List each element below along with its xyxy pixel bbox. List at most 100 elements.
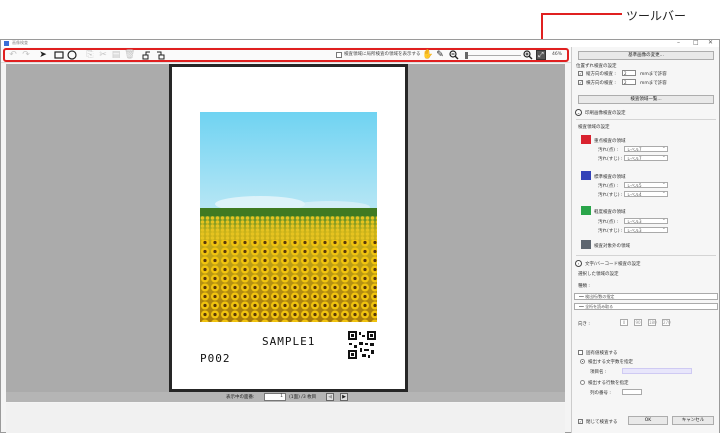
area-row2-select-1[interactable]: レベル7	[624, 154, 668, 161]
area-row1-select-1[interactable]: レベル7	[624, 145, 668, 152]
color-heading: 検査領域の設定	[578, 125, 610, 130]
position-heading: 位置ずれ検査の設定	[576, 64, 617, 69]
char-count-radio[interactable]	[580, 359, 585, 364]
area-row1-label-1: 汚れ(点) :	[598, 148, 618, 153]
vertical-value-input[interactable]: 2	[622, 70, 636, 76]
area-list-button[interactable]: 検査領域一覧...	[578, 95, 714, 104]
paste-icon[interactable]: ▤	[111, 50, 121, 60]
pager-total: (1面) /3 枚目	[289, 395, 317, 400]
zoom-slider-track[interactable]	[465, 55, 521, 56]
direction-label: 向き :	[578, 322, 590, 327]
area-row1-label-2: 汚れ(点) :	[598, 184, 618, 189]
select-arrow-icon[interactable]: ➤	[38, 50, 48, 60]
selected-region-label: 選択した領域の設定	[578, 272, 619, 277]
prev-page-button[interactable]: ◀	[326, 393, 334, 401]
area-name-4: 検査対象外の領域	[594, 244, 630, 249]
copy-icon[interactable]: ⎘	[85, 50, 95, 60]
ok-button[interactable]: OK	[628, 416, 668, 425]
area-row1-label-3: 汚れ(点) :	[598, 220, 618, 225]
area-name-1: 重点検査の領域	[594, 139, 626, 144]
item-name-input[interactable]	[622, 368, 692, 374]
document-canvas[interactable]: SAMPLE1 P002	[6, 64, 565, 392]
type-label: 種類 :	[578, 284, 590, 289]
column-number-label: 列の番号 :	[590, 391, 611, 396]
area-row2-select-3[interactable]: レベル3	[624, 226, 668, 233]
area-swatch-1[interactable]	[581, 135, 591, 144]
rotate-right-icon[interactable]	[155, 50, 165, 60]
area-swatch-4[interactable]	[581, 240, 591, 249]
direction-0-button[interactable]: 0	[620, 319, 628, 326]
horizontal-checkbox[interactable]: ✓	[578, 80, 583, 85]
direction-180-button[interactable]: 180	[648, 319, 657, 326]
divider	[576, 119, 716, 120]
area-row2-label-1: 汚れ(すじ) :	[598, 157, 623, 162]
cut-icon[interactable]: ✂	[98, 50, 108, 60]
maximize-button[interactable]: □	[693, 39, 699, 46]
zoom-percent: 46%	[552, 52, 563, 57]
horizontal-label: 横方向の検査 :	[586, 81, 616, 86]
toolbar: ↶ ↷ ➤ ⎘ ✂ ▤ 🗑 検査領域に局所検査の領域を表示する ✋ ✎ ⤢ 46…	[1, 47, 571, 63]
area-row1-select-2[interactable]: レベル5	[624, 181, 668, 188]
delete-icon[interactable]: 🗑	[124, 50, 135, 60]
read-all-input[interactable]: ━━ 全桁を読み取る	[574, 303, 718, 310]
cancel-button[interactable]: キャンセル	[672, 416, 714, 425]
page-navigator: 表示中の面番: 1 (1面) /3 枚目 ◀ ▶	[6, 392, 565, 402]
document-page: SAMPLE1 P002	[172, 67, 405, 389]
status-bar	[6, 403, 565, 433]
collapse-print-area-icon[interactable]: ⌄	[575, 109, 582, 116]
callout-line-horizontal	[541, 13, 622, 15]
area-row1-select-3[interactable]: レベル3	[624, 217, 668, 224]
barcode-heading: 文字/バーコード検査の設定	[585, 262, 641, 267]
line-count-radio[interactable]	[580, 380, 585, 385]
vertical-unit: mmまで許容	[640, 72, 667, 77]
sample-text: SAMPLE1	[262, 335, 316, 348]
close-button[interactable]: ✕	[708, 39, 713, 46]
pager-label: 表示中の面番:	[226, 395, 255, 400]
column-number-input[interactable]	[622, 389, 642, 395]
page-number-input[interactable]: 1	[264, 393, 286, 401]
app-icon	[4, 41, 9, 46]
undo-icon[interactable]: ↶	[8, 50, 18, 60]
page-code: P002	[200, 352, 231, 365]
rectangle-icon[interactable]	[54, 50, 64, 60]
qr-code	[348, 331, 376, 359]
area-name-3: 軽度検査の領域	[594, 210, 626, 215]
direction-90-button[interactable]: 90	[634, 319, 642, 326]
title-bar: 画像検査 – □ ✕	[1, 39, 719, 47]
show-areas-label: 検査領域に局所検査の領域を表示する	[344, 52, 421, 57]
print-area-heading: 印刷画像検査の設定	[585, 111, 626, 116]
minimize-button[interactable]: –	[677, 39, 680, 46]
show-areas-checkbox[interactable]	[336, 52, 342, 58]
area-swatch-2[interactable]	[581, 171, 591, 180]
area-row2-label-2: 汚れ(すじ) :	[598, 193, 623, 198]
next-page-button[interactable]: ▶	[340, 393, 348, 401]
redo-icon[interactable]: ↷	[21, 50, 31, 60]
area-row2-select-2[interactable]: レベル4	[624, 190, 668, 197]
item-name-label: 項目名 :	[590, 370, 607, 375]
direction-270-button[interactable]: 270	[662, 319, 671, 326]
pen-icon[interactable]: ✎	[435, 50, 445, 60]
zoom-out-icon[interactable]	[449, 50, 459, 60]
callout-toolbar-label: ツールバー	[626, 9, 687, 23]
area-name-2: 標準検査の領域	[594, 175, 626, 180]
area-row2-label-3: 汚れ(すじ) :	[598, 229, 623, 234]
unique-value-label: 固有値検査する	[586, 351, 618, 356]
close-and-inspect-checkbox[interactable]: ✓	[578, 419, 583, 424]
horizontal-unit: mmまで許容	[640, 81, 667, 86]
change-reference-button[interactable]: 基準画像の変更...	[578, 51, 714, 60]
ellipse-icon[interactable]	[67, 50, 77, 60]
fit-page-icon[interactable]: ⤢	[536, 50, 546, 60]
unique-value-checkbox[interactable]	[578, 350, 583, 355]
vertical-checkbox[interactable]: ✓	[578, 71, 583, 76]
settings-panel: 基準画像の変更... 位置ずれ検査の設定 ✓ 縦方向の検査 : 2 mmまで許容…	[571, 47, 719, 433]
char-count-label: 検出する文字数を指定	[588, 360, 633, 365]
expand-barcode-icon[interactable]: ›	[575, 260, 582, 267]
horizontal-value-input[interactable]: 2	[622, 79, 636, 85]
hand-icon[interactable]: ✋	[422, 50, 433, 60]
area-swatch-3[interactable]	[581, 206, 591, 215]
app-window: 画像検査 – □ ✕ ↶ ↷ ➤ ⎘ ✂ ▤ 🗑 検査領域に局所検査の領域を表示…	[0, 39, 720, 433]
rotate-left-icon[interactable]	[142, 50, 152, 60]
detect-digits-input[interactable]: ━━ 検出桁/数の指定	[574, 293, 718, 300]
zoom-slider-thumb[interactable]	[465, 52, 468, 59]
zoom-in-icon[interactable]	[523, 50, 533, 60]
